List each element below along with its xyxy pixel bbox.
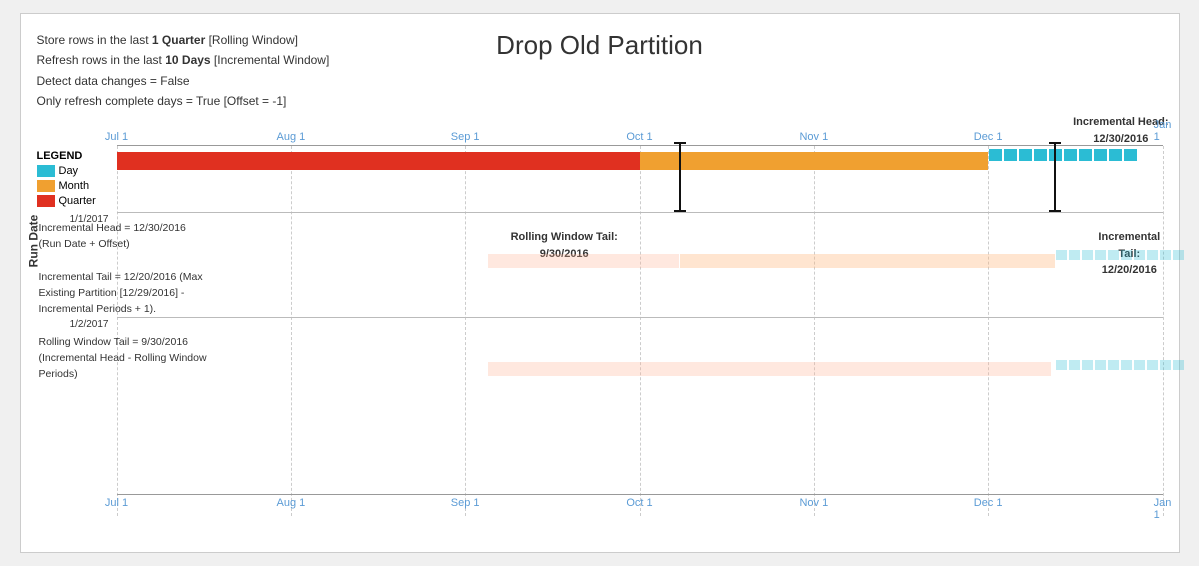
info-days: 10 Days bbox=[165, 53, 210, 67]
axis-label-nov: Nov 1 bbox=[799, 131, 828, 143]
ann-line6: Rolling Window Tail = 9/30/2016 bbox=[39, 334, 249, 350]
axis-label-oct: Oct 1 bbox=[626, 131, 652, 143]
legend-quarter-color bbox=[37, 195, 55, 207]
ann-line4: Existing Partition [12/29/2016] - bbox=[39, 285, 249, 301]
axis-label-jan: Jan 1 bbox=[1154, 119, 1172, 143]
light-bar-r1b bbox=[488, 254, 679, 268]
axis-label-jul: Jul 1 bbox=[105, 131, 128, 143]
ann-line1: Incremental Head = 12/30/2016 bbox=[39, 220, 249, 236]
bars-row1 bbox=[117, 146, 1163, 176]
grid-dec bbox=[988, 146, 989, 516]
legend-day-label: Day bbox=[59, 165, 79, 177]
bar-quarter-row1 bbox=[117, 152, 640, 170]
info-block: Store rows in the last 1 Quarter [Rollin… bbox=[37, 30, 330, 112]
bar-month-row1 bbox=[640, 152, 989, 170]
legend-quarter-label: Quarter bbox=[59, 195, 96, 207]
run-date-line1 bbox=[117, 212, 1163, 213]
light-day-bar-r1 bbox=[1055, 249, 1199, 271]
chart-title: Drop Old Partition bbox=[496, 30, 703, 61]
chart-container: Drop Old Partition Store rows in the las… bbox=[20, 13, 1180, 553]
gridlines-container bbox=[117, 146, 1163, 516]
axis-label-aug: Aug 1 bbox=[276, 131, 305, 143]
legend-month-color bbox=[37, 180, 55, 192]
info-line4: Only refresh complete days = True [Offse… bbox=[37, 91, 330, 111]
bottom-label-sep: Sep 1 bbox=[451, 497, 480, 509]
grid-sep bbox=[465, 146, 466, 516]
axis-label-dec: Dec 1 bbox=[974, 131, 1003, 143]
bottom-label-nov: Nov 1 bbox=[799, 497, 828, 509]
light-bar-r2 bbox=[488, 362, 1051, 376]
legend-quarter: Quarter bbox=[37, 195, 115, 207]
ann-line3: Incremental Tail = 12/20/2016 (Max bbox=[39, 269, 249, 285]
axis-label-sep: Sep 1 bbox=[451, 131, 480, 143]
light-day-bar-r2 bbox=[1055, 359, 1199, 381]
bottom-axis: Jul 1 Aug 1 Sep 1 Oct 1 Nov 1 Dec 1 Jan … bbox=[117, 494, 1163, 516]
ibeam-oct1 bbox=[674, 142, 686, 212]
grid-aug bbox=[291, 146, 292, 516]
legend-day-color bbox=[37, 165, 55, 177]
bottom-label-dec: Dec 1 bbox=[974, 497, 1003, 509]
bottom-label-aug: Aug 1 bbox=[276, 497, 305, 509]
bottom-label-jan: Jan 1 bbox=[1154, 497, 1172, 521]
grid-oct bbox=[640, 146, 641, 516]
legend-month: Month bbox=[37, 180, 115, 192]
ann-line7: (Incremental Head - Rolling Window bbox=[39, 350, 249, 366]
bar-day-row1 bbox=[988, 148, 1162, 174]
legend-title: LEGEND bbox=[37, 150, 115, 162]
bottom-label-oct: Oct 1 bbox=[626, 497, 652, 509]
ann-line8: Periods) bbox=[39, 366, 249, 382]
ann-line2: (Run Date + Offset) bbox=[39, 236, 249, 252]
info-quarter: 1 Quarter bbox=[152, 33, 205, 47]
run-date-line2 bbox=[117, 317, 1163, 318]
legend-day: Day bbox=[37, 165, 115, 177]
ibeam-dec1 bbox=[1049, 142, 1061, 212]
annotation-block: Incremental Head = 12/30/2016 (Run Date … bbox=[39, 220, 249, 383]
grid-nov bbox=[814, 146, 815, 516]
light-month-bar-r1 bbox=[680, 254, 1055, 268]
info-line1: Store rows in the last 1 Quarter [Rollin… bbox=[37, 30, 330, 50]
main-chart-area: Jul 1 Aug 1 Sep 1 Oct 1 Nov 1 Dec 1 Jan … bbox=[37, 124, 1163, 516]
bottom-label-jul: Jul 1 bbox=[105, 497, 128, 509]
legend: LEGEND Day Month Quarter bbox=[37, 150, 115, 207]
info-line2: Refresh rows in the last 10 Days [Increm… bbox=[37, 50, 330, 70]
legend-month-label: Month bbox=[59, 180, 90, 192]
ann-line5: Incremental Periods + 1). bbox=[39, 301, 249, 317]
top-axis: Jul 1 Aug 1 Sep 1 Oct 1 Nov 1 Dec 1 Jan … bbox=[117, 124, 1163, 146]
grid-jan bbox=[1163, 146, 1164, 516]
info-line3: Detect data changes = False bbox=[37, 71, 330, 91]
